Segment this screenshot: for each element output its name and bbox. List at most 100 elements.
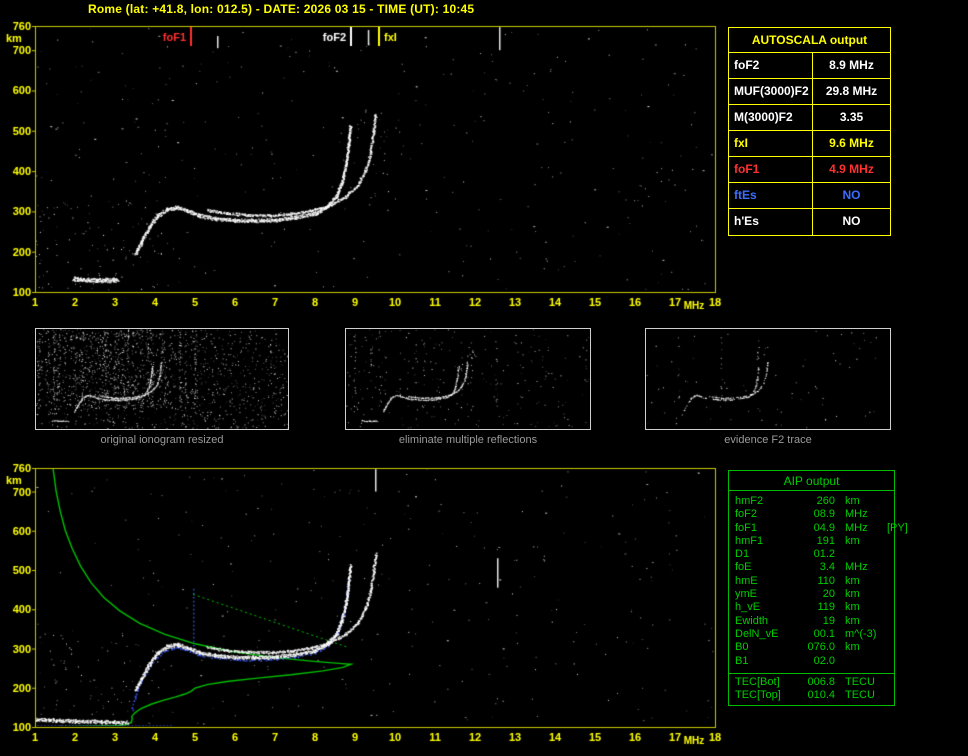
aip-row-b1: B1 02.0 [729, 655, 894, 668]
parameter-flag [885, 601, 894, 614]
autoscala-table-title: AUTOSCALA output [729, 28, 890, 53]
parameter-flag [885, 575, 894, 588]
parameter-unit: km [845, 614, 860, 627]
parameter-value: 4.9 MHz [829, 162, 874, 176]
aip-row-tecbot: TEC[Bot] 006.8 TECU [729, 676, 894, 689]
aip-row-fof1: foF1 04.9 MHz [PY] [729, 521, 908, 535]
thumbnail-original-ionogram [35, 328, 289, 430]
parameter-label: M(3000)F2 [729, 105, 813, 130]
parameter-value: 02.0 [813, 654, 835, 667]
aip-row-foe: foE 3.4 MHz [729, 561, 894, 574]
parameter-flag [885, 641, 894, 654]
parameter-value: 29.8 MHz [825, 84, 878, 98]
parameter-value: NO [842, 214, 861, 228]
autoscala-output-table: AUTOSCALA output foF2 8.9 MHz MUF(3000)F2 2… [728, 27, 891, 236]
parameter-label: B1 [735, 654, 749, 667]
aip-row-b0: B0 076.0 km [729, 641, 894, 654]
parameter-label: foF1 [735, 521, 758, 534]
parameter-label: h_vE [735, 601, 761, 614]
aip-tec-section: TEC[Bot] 006.8 TECU TEC[Top] 010.4 TECU [729, 672, 894, 706]
parameter-label: Ewidth [735, 614, 769, 627]
parameter-flag [885, 548, 894, 561]
parameter-label: fxI [729, 131, 813, 156]
aip-row-yme: ymE 20 km [729, 588, 894, 601]
parameter-unit: m^(-3) [845, 627, 877, 640]
aip-row-ewidth: Ewidth 19 km [729, 615, 894, 628]
aip-output-table: AIP output hmF2 260 km foF2 08.9 MHz foF1 04.9 M… [728, 470, 908, 707]
parameter-value: 191 [816, 534, 835, 547]
scaled-ionogram-plot [0, 14, 730, 314]
autoscala-app-window: Rome (lat: +41.8, lon: 012.5) - DATE: 20… [0, 0, 968, 756]
parameter-unit: km [845, 534, 860, 547]
parameter-flag [885, 689, 894, 702]
aip-row-hmf2: hmF2 260 km [729, 495, 894, 508]
parameter-flag [885, 676, 894, 689]
aip-row-d1: D1 01.2 [729, 548, 894, 561]
parameter-flag: [PY] [887, 521, 908, 534]
parameter-value: 08.9 [813, 508, 835, 521]
parameter-value: 01.2 [813, 548, 835, 561]
parameter-flag [885, 508, 894, 521]
autoscala-row-fof2: foF2 8.9 MHz [729, 53, 890, 79]
parameter-unit: TECU [845, 675, 875, 688]
parameter-flag [885, 535, 894, 548]
autoscala-row-hes: h'Es NO [729, 209, 890, 235]
parameter-unit: TECU [845, 689, 875, 702]
parameter-value: 8.9 MHz [829, 58, 874, 72]
parameter-label: D1 [735, 548, 750, 561]
parameter-value: 3.4 [819, 561, 835, 574]
aip-table-title: AIP output [729, 471, 894, 491]
parameter-label: ymE [735, 588, 757, 601]
parameter-flag [885, 615, 894, 628]
parameter-value: 3.35 [839, 110, 864, 124]
parameter-unit: km [845, 588, 860, 601]
parameter-flag [885, 561, 894, 574]
autoscala-table-body: foF2 8.9 MHz MUF(3000)F2 29.8 MHz M(3000)F2 3… [729, 53, 890, 235]
parameter-label: DelN_vE [735, 627, 779, 640]
parameter-unit: MHz [845, 561, 868, 574]
parameter-label: MUF(3000)F2 [729, 79, 813, 104]
parameter-label: TEC[Bot] [735, 675, 780, 688]
parameter-label: hmF1 [735, 534, 764, 547]
parameter-value: 20 [822, 588, 835, 601]
parameter-unit: MHz [845, 521, 868, 534]
parameter-value: 006.8 [807, 675, 835, 688]
parameter-value: 110 [817, 574, 835, 587]
thumbnail-caption-original: original ionogram resized [100, 434, 224, 446]
thumbnail-cleaned-canvas [346, 329, 590, 429]
parameter-label: ftEs [729, 183, 813, 208]
parameter-value: 076.0 [807, 641, 835, 654]
parameter-value: 00.1 [813, 627, 835, 640]
parameter-unit [835, 655, 885, 668]
parameter-value: 9.6 MHz [829, 136, 874, 150]
parameter-value: 19 [822, 614, 835, 627]
aip-row-hme: hmE 110 km [729, 575, 894, 588]
parameter-value: 119 [817, 601, 835, 614]
autoscala-row-fof1: foF1 4.9 MHz [729, 157, 890, 183]
aip-ionogram-plot [0, 456, 730, 756]
parameter-label: foF2 [729, 53, 813, 78]
aip-row-hve: h_vE 119 km [729, 601, 894, 614]
parameter-label: foF1 [729, 157, 813, 182]
thumbnail-f2-trace [645, 328, 891, 430]
thumbnail-f2-canvas [646, 329, 890, 429]
parameter-value: NO [842, 188, 861, 202]
parameter-label: hmF2 [735, 495, 764, 507]
parameter-unit: MHz [845, 508, 868, 521]
thumbnail-caption-cleaned: eliminate multiple reflections [398, 434, 538, 446]
aip-row-hmf1: hmF1 191 km [729, 535, 894, 548]
parameter-unit: km [845, 495, 860, 507]
parameter-unit: km [845, 574, 860, 587]
parameter-flag [885, 588, 894, 601]
parameter-unit: km [845, 601, 860, 614]
parameter-flag [885, 628, 894, 641]
aip-table-body: hmF2 260 km foF2 08.9 MHz foF1 04.9 MHz [PY] hmF1 1… [729, 491, 908, 670]
parameter-label: h'Es [729, 209, 813, 235]
parameter-label: TEC[Top] [735, 689, 781, 702]
parameter-value: 010.4 [807, 689, 835, 702]
parameter-unit: km [845, 641, 860, 654]
parameter-flag [885, 655, 894, 668]
parameter-value: 04.9 [813, 521, 835, 534]
thumbnail-caption-f2: evidence F2 trace [724, 434, 812, 446]
parameter-label: hmE [735, 574, 758, 587]
